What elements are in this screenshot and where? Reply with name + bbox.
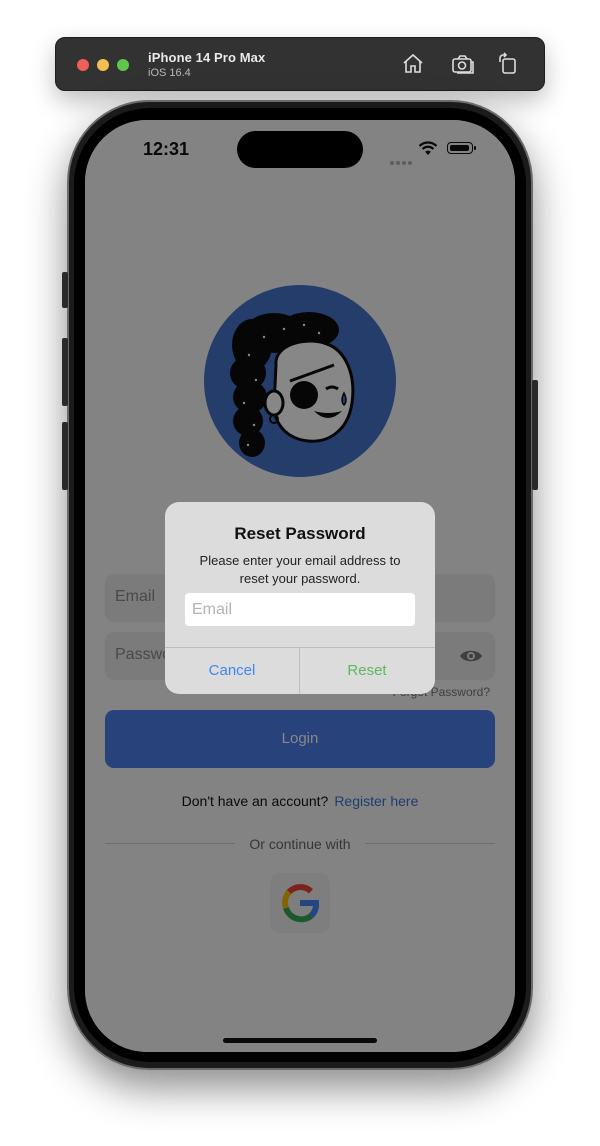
zoom-window-button[interactable] <box>117 59 129 71</box>
power-button <box>532 380 538 490</box>
cancel-button[interactable]: Cancel <box>165 648 299 694</box>
simulator-toolbar: iPhone 14 Pro Max iOS 16.4 <box>55 37 545 91</box>
reset-password-dialog: Reset Password Please enter your email a… <box>165 502 435 694</box>
dialog-message: Please enter your email address to reset… <box>199 553 401 586</box>
minimize-window-button[interactable] <box>97 59 109 71</box>
volume-up-button <box>62 338 68 406</box>
reset-button[interactable]: Reset <box>300 648 434 694</box>
volume-down-button <box>62 422 68 490</box>
phone-screen: 12:31 Email Password Forgot Password? Lo… <box>85 120 515 1052</box>
home-icon[interactable] <box>401 52 425 76</box>
close-window-button[interactable] <box>77 59 89 71</box>
rotate-icon[interactable] <box>496 52 520 76</box>
os-version: iOS 16.4 <box>148 67 191 79</box>
device-name: iPhone 14 Pro Max <box>148 50 266 65</box>
action-button <box>62 272 68 308</box>
reset-email-placeholder: Email <box>192 601 233 618</box>
screenshot-icon[interactable] <box>451 52 475 76</box>
dialog-title: Reset Password <box>234 524 366 543</box>
reset-email-input[interactable]: Email <box>185 593 415 626</box>
